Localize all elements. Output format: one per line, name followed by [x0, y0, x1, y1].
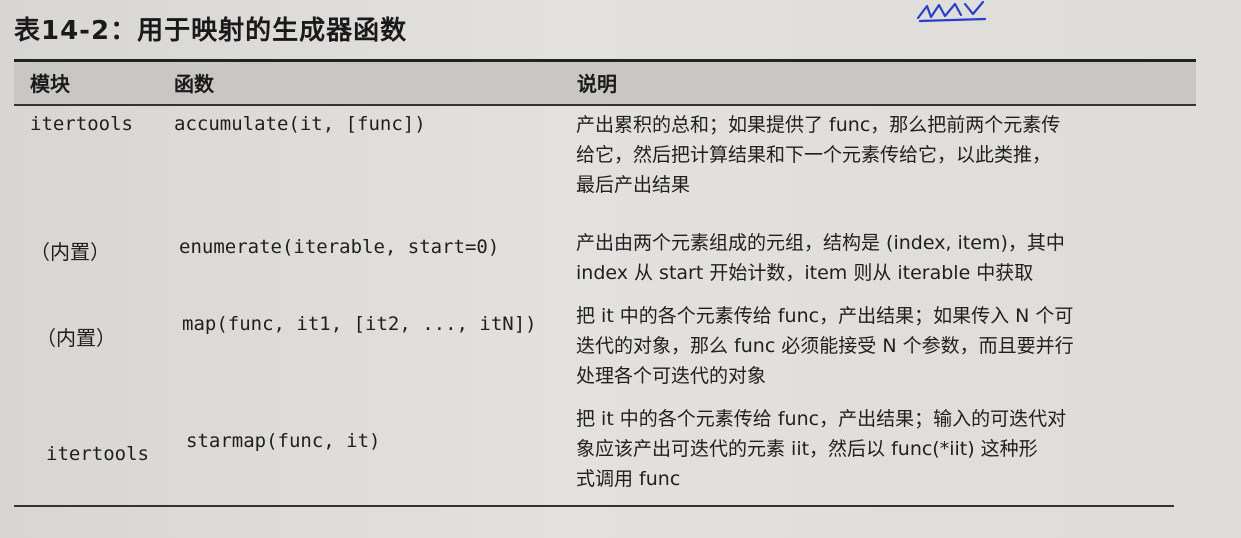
row-2-desc-line-2: index 从 start 开始计数，item 则从 iterable 中获取: [576, 262, 1034, 284]
row-4-desc-line-1: 把 it 中的各个元素传给 func，产出结果；输入的可迭代对: [576, 408, 1067, 430]
row-4-module: itertools: [46, 443, 149, 465]
row-4-desc-line-3: 式调用 func: [576, 468, 681, 490]
row-1-description: 产出累积的总和；如果提供了 func，那么把前两个元素传 给它，然后把计算结果和…: [576, 110, 1060, 200]
book-page: 表14-2：用于映射的生成器函数 模块 函数 说明 itertools accu…: [0, 0, 1241, 538]
row-2-description: 产出由两个元素组成的元组，结构是 (index, item)，其中 index …: [576, 228, 1065, 288]
row-1-module: itertools: [30, 113, 133, 135]
row-2-desc-line-1: 产出由两个元素组成的元组，结构是 (index, item)，其中: [576, 232, 1065, 254]
row-3-desc-line-2: 迭代的对象，那么 func 必须能接受 N 个参数，而且要并行: [576, 335, 1074, 357]
table-header-rule: [14, 104, 1196, 106]
row-3-desc-line-3: 处理各个可迭代的对象: [576, 365, 767, 387]
header-description: 说明: [577, 72, 617, 96]
row-3-function: map(func, it1, [it2, ..., itN]): [182, 313, 537, 335]
header-function: 函数: [174, 72, 214, 96]
row-3-module: （内置）: [36, 326, 116, 350]
pen-scribble: [916, 0, 987, 23]
row-1-desc-line-2: 给它，然后把计算结果和下一个元素传给它，以此类推，: [576, 144, 1052, 166]
table-bottom-rule: [14, 505, 1174, 507]
header-module: 模块: [30, 72, 70, 96]
row-1-function: accumulate(it, [func]): [174, 113, 426, 135]
row-4-function: starmap(func, it): [186, 430, 381, 452]
row-1-desc-line-1: 产出累积的总和；如果提供了 func，那么把前两个元素传: [576, 114, 1061, 136]
row-2-function: enumerate(iterable, start=0): [179, 236, 500, 258]
table-title: 表14-2：用于映射的生成器函数: [14, 16, 408, 46]
row-3-description: 把 it 中的各个元素传给 func，产出结果；如果传入 N 个可 迭代的对象，…: [576, 301, 1074, 391]
row-4-desc-line-2: 象应该产出可迭代的元素 iit，然后以 func(*iit) 这种形: [576, 438, 1038, 460]
row-3-desc-line-1: 把 it 中的各个元素传给 func，产出结果；如果传入 N 个可: [576, 305, 1074, 327]
row-1-desc-line-3: 最后产出结果: [576, 174, 691, 196]
row-2-module: （内置）: [30, 240, 110, 264]
row-4-description: 把 it 中的各个元素传给 func，产出结果；输入的可迭代对 象应该产出可迭代…: [576, 404, 1066, 494]
